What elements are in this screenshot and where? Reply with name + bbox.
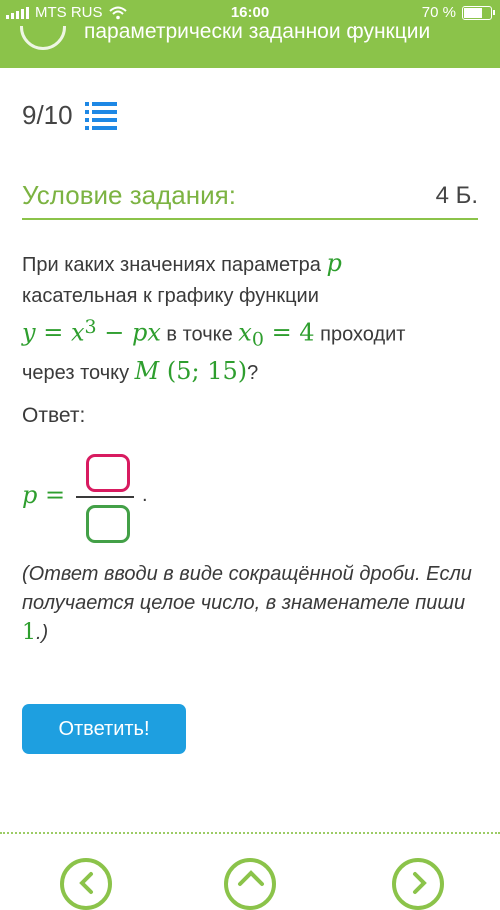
math-x0: x xyxy=(238,318,252,347)
back-circle-icon[interactable] xyxy=(20,26,66,50)
task-list-icon[interactable] xyxy=(84,101,117,130)
task-counter: 9/10 xyxy=(22,100,73,130)
math-minus: − xyxy=(96,318,132,347)
question-part: ? xyxy=(247,361,259,384)
status-right: 70 % xyxy=(421,4,495,21)
hint-end: .) xyxy=(36,622,49,644)
answer-hint: (Ответ вводи в виде сокращённой дроби. Е… xyxy=(22,560,482,648)
hint-text: (Ответ вводи в виде сокращённой дроби. Е… xyxy=(22,563,472,614)
status-bar: MTS RUS 16:00 70 % xyxy=(0,0,500,26)
math-y: y xyxy=(22,318,36,347)
answer-variable: p xyxy=(22,481,38,509)
condition-header: Условие задания: 4 Б. xyxy=(22,180,478,220)
answer-label: Ответ: xyxy=(22,404,86,427)
math-subscript: 0 xyxy=(251,328,264,351)
fraction-bar xyxy=(76,496,134,498)
question-part: касательная к графику функции xyxy=(22,285,319,307)
submit-button[interactable]: Ответить! xyxy=(22,704,186,754)
next-button[interactable] xyxy=(392,858,444,910)
topic-title: параметрически заданной функции xyxy=(84,26,431,43)
question-part: через точку xyxy=(22,361,135,384)
math-eq-4: = 4 xyxy=(263,318,315,347)
home-button[interactable] xyxy=(224,858,276,910)
battery-percent: 70 % xyxy=(421,4,456,21)
question-part: При каких значениях параметра xyxy=(22,254,327,276)
prev-button[interactable] xyxy=(60,858,112,910)
chevron-left-icon xyxy=(79,872,93,894)
battery-level xyxy=(464,7,482,18)
math-x: x xyxy=(70,318,85,347)
answer-eq: = xyxy=(37,481,66,509)
math-point-coords: (5; 15) xyxy=(159,356,248,385)
math-eq: = xyxy=(35,318,71,347)
home-icon xyxy=(238,870,264,886)
denominator-input[interactable] xyxy=(86,505,130,543)
question-part: в точке xyxy=(160,323,239,346)
answer-period: . xyxy=(142,484,148,506)
topic-header: параметрически заданной функции xyxy=(0,26,500,68)
condition-label: Условие задания: xyxy=(22,180,236,210)
math-point-name: M xyxy=(134,356,160,385)
question-text: При каких значениях параметра p касатель… xyxy=(22,248,482,389)
hint-number: 1 xyxy=(22,620,36,645)
answer-lhs: p = xyxy=(22,481,65,509)
task-progress: 9/10 xyxy=(22,100,117,131)
param-symbol: p xyxy=(326,249,342,277)
footer-divider xyxy=(0,832,500,834)
question-part: проходит xyxy=(314,323,406,346)
math-px: px xyxy=(131,318,161,347)
chevron-right-icon xyxy=(413,872,427,894)
task-points: 4 Б. xyxy=(435,182,478,209)
numerator-input[interactable] xyxy=(86,454,130,492)
math-exponent: 3 xyxy=(84,316,97,338)
battery-icon xyxy=(462,5,495,20)
